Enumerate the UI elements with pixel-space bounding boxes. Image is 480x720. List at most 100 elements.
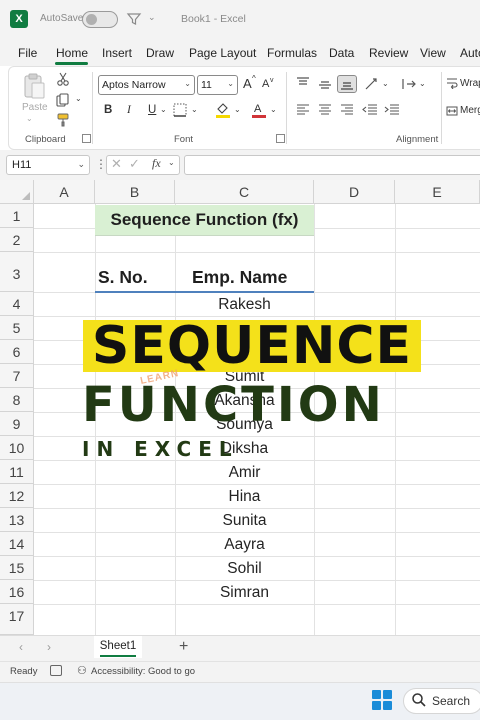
row-header[interactable]: 13 xyxy=(0,508,34,532)
chevron-down-icon[interactable]: ⌄ xyxy=(26,114,33,123)
chevron-down-icon[interactable]: ⌄ xyxy=(148,12,156,23)
chevron-down-icon[interactable]: ⌄ xyxy=(419,79,426,88)
emp-name-header-cell[interactable]: Emp. Name xyxy=(192,267,287,288)
menu-insert[interactable]: Insert xyxy=(102,46,132,60)
menu-automate[interactable]: Auto xyxy=(460,46,480,60)
name-cell[interactable]: Rakesh xyxy=(175,296,314,314)
font-dialog-launcher-icon[interactable] xyxy=(276,134,285,143)
italic-button[interactable]: I xyxy=(127,104,131,116)
row-header[interactable]: 1 xyxy=(0,204,34,228)
row-header[interactable]: 9 xyxy=(0,412,34,436)
taskbar-search-label[interactable]: Search xyxy=(432,694,470,708)
chevron-down-icon[interactable]: ⌄ xyxy=(382,79,389,88)
row-header[interactable]: 2 xyxy=(0,228,34,252)
row-header[interactable]: 8 xyxy=(0,388,34,412)
align-left-icon[interactable] xyxy=(296,104,310,116)
chevron-down-icon[interactable]: ⌄ xyxy=(234,105,241,114)
name-cell[interactable]: Aayra xyxy=(175,536,314,554)
column-header[interactable]: A xyxy=(34,180,95,204)
row-header[interactable]: 16 xyxy=(0,580,34,604)
row-header[interactable]: 17 xyxy=(0,604,34,635)
align-center-icon[interactable] xyxy=(318,104,332,116)
wrap-text-button[interactable]: Wrap xyxy=(460,78,480,89)
row-header[interactable]: 11 xyxy=(0,460,34,484)
title-cell[interactable]: Sequence Function (fx) xyxy=(95,205,314,236)
name-box[interactable]: H11 ⌄ xyxy=(6,155,90,175)
menu-draw[interactable]: Draw xyxy=(146,46,174,60)
row-header[interactable]: 10 xyxy=(0,436,34,460)
top-align-icon[interactable] xyxy=(296,77,310,89)
chevron-down-icon[interactable]: ⌄ xyxy=(270,105,277,114)
accessibility-icon[interactable]: ⚇ xyxy=(77,664,87,677)
decrease-indent-icon[interactable] xyxy=(362,104,378,116)
merge-icon[interactable] xyxy=(446,105,458,117)
menu-view[interactable]: View xyxy=(420,46,446,60)
format-painter-icon[interactable] xyxy=(56,113,70,127)
cell-mode-icon[interactable] xyxy=(50,665,62,676)
filter-icon[interactable] xyxy=(126,11,142,27)
increase-indent-icon[interactable] xyxy=(384,104,400,116)
merge-center-button[interactable]: Merg xyxy=(460,105,480,116)
menu-file[interactable]: File xyxy=(18,46,37,60)
fill-color-icon[interactable] xyxy=(215,101,231,119)
row-header[interactable]: 12 xyxy=(0,484,34,508)
name-cell[interactable]: Amir xyxy=(175,464,314,482)
formula-input[interactable] xyxy=(184,155,480,175)
middle-align-icon[interactable] xyxy=(318,79,332,91)
orientation-icon[interactable] xyxy=(364,77,380,91)
add-sheet-button[interactable]: + xyxy=(179,638,188,656)
wrap-text-icon[interactable] xyxy=(446,77,458,89)
name-cell[interactable]: Hina xyxy=(175,488,314,506)
autosave-toggle[interactable] xyxy=(82,11,118,28)
chevron-down-icon[interactable]: ⌄ xyxy=(191,105,198,114)
row-header[interactable]: 7 xyxy=(0,364,34,388)
column-header[interactable]: E xyxy=(395,180,480,204)
underline-button[interactable]: U xyxy=(148,104,156,116)
menu-home[interactable]: Home xyxy=(56,46,88,60)
chevron-down-icon[interactable]: ⌄ xyxy=(75,94,82,103)
name-cell[interactable]: Sunita xyxy=(175,512,314,530)
accessibility-status[interactable]: Accessibility: Good to go xyxy=(91,666,195,677)
paste-icon[interactable] xyxy=(22,72,46,100)
align-right-icon[interactable] xyxy=(340,104,354,116)
chevron-down-icon[interactable]: ⌄ xyxy=(160,105,167,114)
font-size-select[interactable]: 11 ⌄ xyxy=(197,75,238,95)
chevron-left-icon[interactable]: ‹ xyxy=(19,640,23,654)
row-header[interactable]: 15 xyxy=(0,556,34,580)
paste-label[interactable]: Paste xyxy=(22,102,48,113)
chevron-down-icon[interactable]: ⌄ xyxy=(168,158,175,167)
row-header[interactable]: 3 xyxy=(0,252,34,292)
borders-icon[interactable] xyxy=(173,103,187,117)
clipboard-dialog-launcher-icon[interactable] xyxy=(82,134,91,143)
menu-page-layout[interactable]: Page Layout xyxy=(189,46,256,60)
caret-down-icon: v xyxy=(270,77,274,84)
chevron-right-icon[interactable]: › xyxy=(47,640,51,654)
row-header[interactable]: 5 xyxy=(0,316,34,340)
select-all-button[interactable] xyxy=(0,180,34,204)
row-header[interactable]: 6 xyxy=(0,340,34,364)
bold-button[interactable]: B xyxy=(104,104,112,116)
insert-function-button[interactable]: fx xyxy=(152,156,161,171)
windows-start-icon[interactable] xyxy=(372,690,392,710)
enter-icon[interactable]: ✓ xyxy=(129,156,140,172)
cut-icon[interactable] xyxy=(56,72,70,86)
menu-review[interactable]: Review xyxy=(369,46,408,60)
font-color-icon[interactable]: A xyxy=(251,101,267,119)
menu-formulas[interactable]: Formulas xyxy=(267,46,317,60)
name-cell[interactable]: Simran xyxy=(175,584,314,602)
column-header[interactable]: C xyxy=(175,180,314,204)
menu-data[interactable]: Data xyxy=(329,46,354,60)
bottom-align-button[interactable] xyxy=(337,75,357,93)
name-cell[interactable]: Sohil xyxy=(175,560,314,578)
column-header[interactable]: B xyxy=(95,180,175,204)
row-header[interactable]: 14 xyxy=(0,532,34,556)
row-header[interactable]: 4 xyxy=(0,292,34,316)
shrink-font-button[interactable]: A xyxy=(262,78,269,90)
cancel-icon[interactable]: ✕ xyxy=(111,156,122,172)
column-header[interactable]: D xyxy=(314,180,395,204)
grow-font-button[interactable]: A xyxy=(243,76,252,91)
copy-icon[interactable] xyxy=(56,93,70,107)
sno-header-cell[interactable]: S. No. xyxy=(98,267,148,288)
font-name-select[interactable]: Aptos Narrow ⌄ xyxy=(98,75,195,95)
text-direction-icon[interactable] xyxy=(401,77,417,91)
